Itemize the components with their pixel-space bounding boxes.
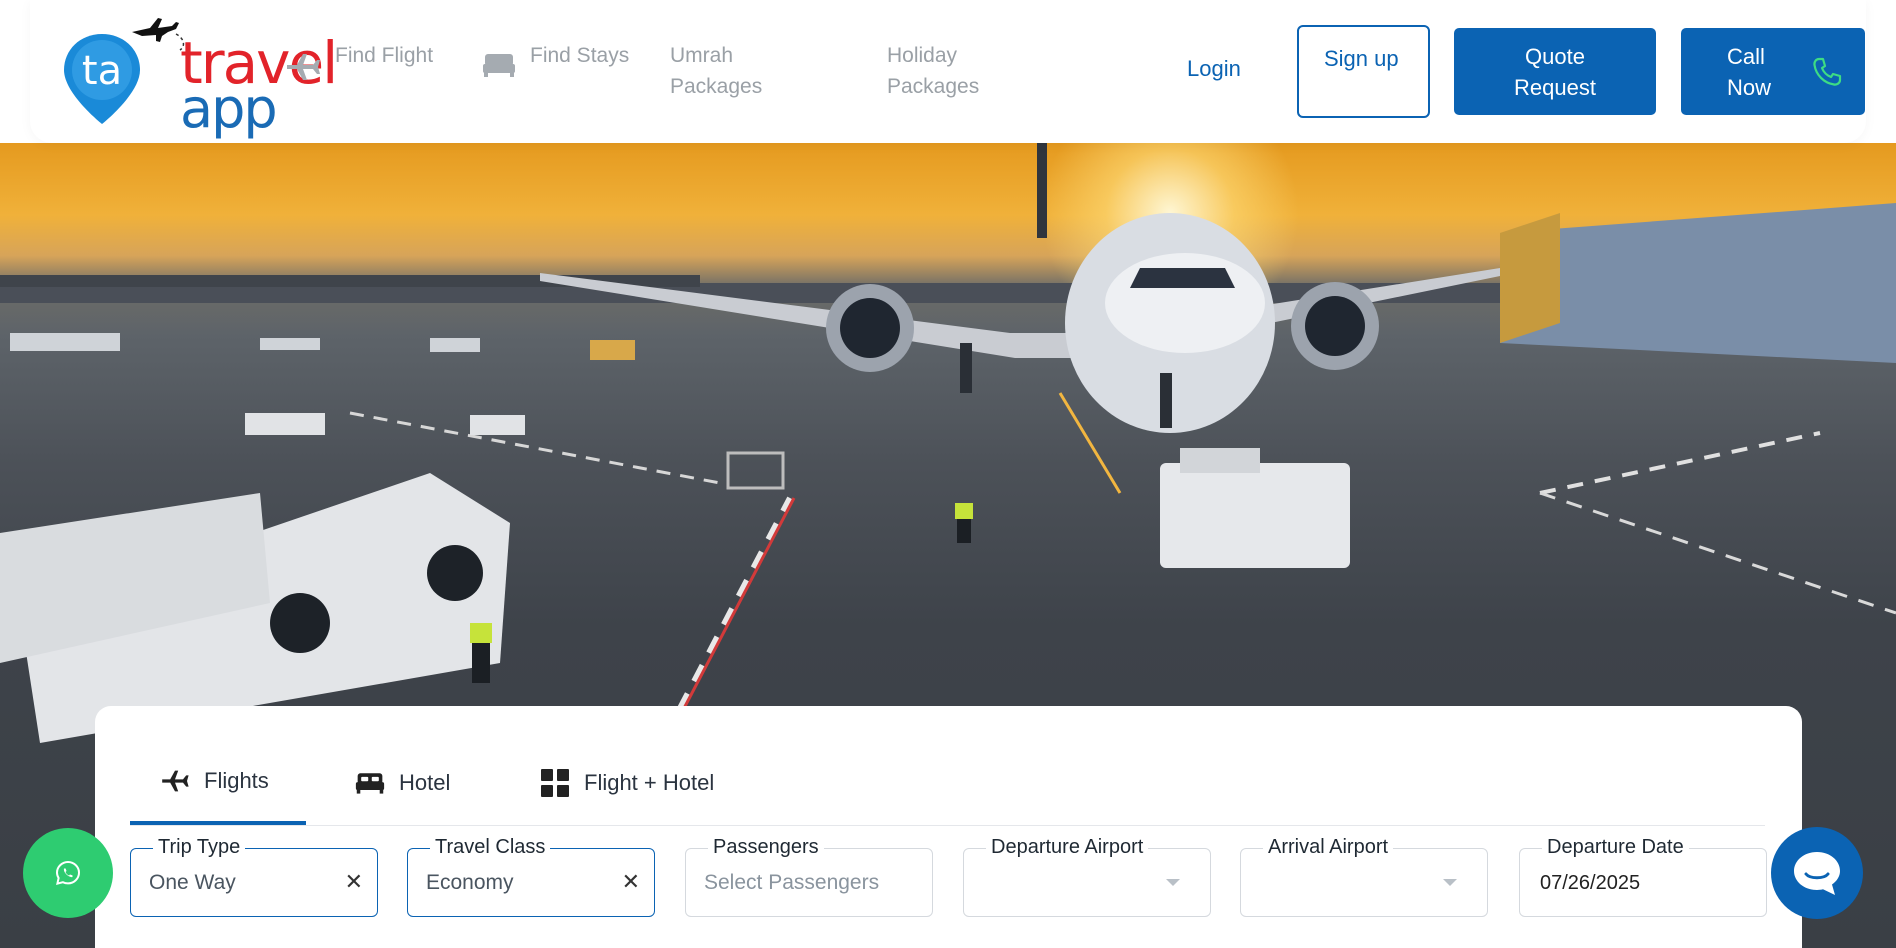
login-link[interactable]: Login: [1187, 56, 1241, 82]
grid-icon: [541, 769, 569, 797]
logo-mark-text: ta: [82, 48, 122, 94]
quote-request-label: Quote Request: [1514, 44, 1596, 100]
plane-icon: [287, 54, 320, 80]
nav-label: Find Flight: [335, 44, 434, 67]
signup-button[interactable]: Sign up: [1297, 25, 1430, 118]
nav-label: Find Stays: [530, 44, 630, 67]
bed-icon: [355, 773, 385, 794]
chat-icon: [1794, 852, 1840, 895]
passengers-select[interactable]: Passengers Select Passengers: [685, 836, 933, 917]
nav-find-stays[interactable]: Find Stays: [482, 40, 650, 78]
field-label: Passengers: [708, 836, 824, 858]
tab-flight-hotel[interactable]: Flight + Hotel: [540, 751, 714, 825]
departure-date-input[interactable]: Departure Date 07/26/2025: [1519, 836, 1767, 917]
whatsapp-button[interactable]: [23, 828, 113, 918]
tab-hotel[interactable]: Hotel: [355, 751, 450, 825]
travelapp-logo[interactable]: ta travel app: [62, 14, 338, 136]
chevron-down-icon[interactable]: [1166, 879, 1180, 886]
travel-class-select[interactable]: Travel Class Economy ✕: [407, 836, 655, 917]
chevron-down-icon[interactable]: [1443, 879, 1457, 886]
field-label: Arrival Airport: [1263, 836, 1394, 858]
field-placeholder: Select Passengers: [704, 871, 880, 894]
tab-label: Flight + Hotel: [584, 770, 715, 795]
clear-icon[interactable]: ✕: [622, 869, 640, 895]
tab-label: Hotel: [399, 770, 451, 795]
date-value: 07/26/2025: [1540, 872, 1641, 894]
tab-label: Flights: [204, 768, 269, 793]
nav-umrah-packages[interactable]: Umrah Packages: [670, 40, 800, 102]
field-label: Departure Date: [1542, 836, 1689, 858]
call-now-label: Call Now: [1727, 44, 1772, 100]
search-tabs: Flights Hotel Flight + Hotel: [130, 751, 1765, 826]
logo-plane-icon: [132, 18, 185, 51]
phone-icon: [1813, 57, 1842, 86]
nav-label: Holiday Packages: [887, 44, 980, 98]
logo-word-app: app: [180, 77, 278, 140]
clear-icon[interactable]: ✕: [345, 869, 363, 895]
trip-type-select[interactable]: Trip Type One Way ✕: [130, 836, 378, 917]
arrival-airport-select[interactable]: Arrival Airport: [1240, 836, 1488, 917]
nav-label: Umrah Packages: [670, 44, 763, 98]
chat-button[interactable]: [1771, 827, 1863, 919]
plane-icon: [162, 770, 189, 792]
field-label: Trip Type: [153, 836, 246, 858]
call-now-button[interactable]: Call Now: [1681, 28, 1865, 115]
whatsapp-icon: [55, 860, 81, 885]
field-label: Travel Class: [430, 836, 551, 858]
field-value: Economy: [426, 871, 514, 894]
field-label: Departure Airport: [986, 836, 1149, 858]
quote-request-button[interactable]: Quote Request: [1454, 28, 1656, 115]
field-value: One Way: [149, 871, 236, 894]
nav-find-flight[interactable]: Find Flight: [285, 40, 455, 82]
departure-airport-select[interactable]: Departure Airport: [963, 836, 1211, 917]
tab-flights[interactable]: Flights: [130, 751, 306, 825]
nav-holiday-packages[interactable]: Holiday Packages: [887, 40, 1017, 102]
bed-icon: [483, 54, 515, 77]
site-header: ta travel app Find Flight Find Stays Umr…: [30, 0, 1866, 143]
